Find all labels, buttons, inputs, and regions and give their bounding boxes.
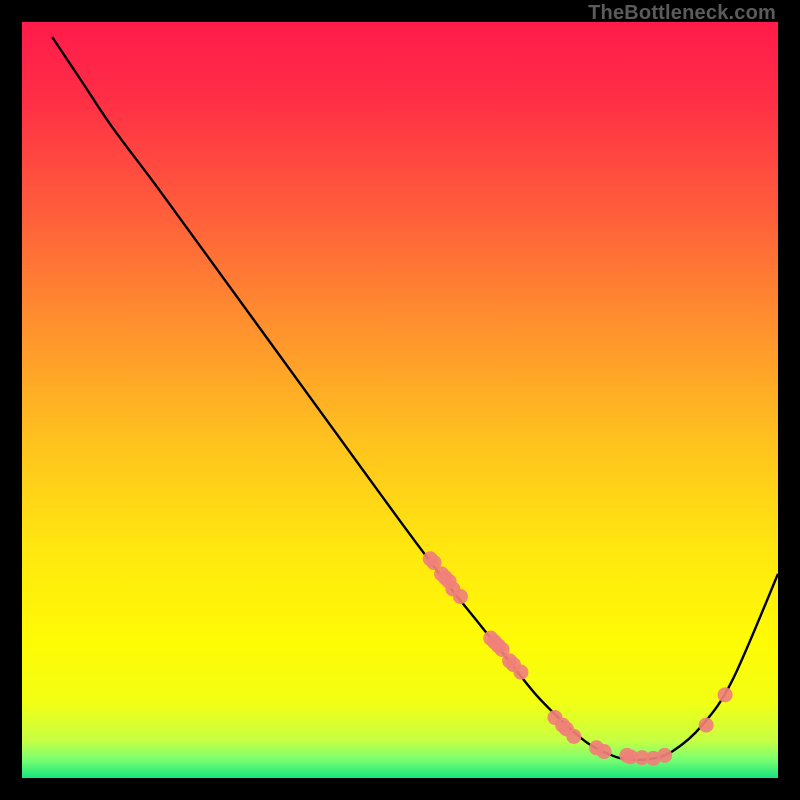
chart-canvas	[22, 22, 778, 778]
marker-dot	[566, 729, 581, 744]
marker-dot	[657, 748, 672, 763]
marker-dot	[513, 665, 528, 680]
marker-dot	[699, 718, 714, 733]
marker-dot	[718, 687, 733, 702]
plot-area	[22, 22, 778, 778]
marker-dot	[597, 744, 612, 759]
marker-dot	[453, 589, 468, 604]
watermark-text: TheBottleneck.com	[588, 2, 776, 25]
gradient-background	[22, 22, 778, 778]
